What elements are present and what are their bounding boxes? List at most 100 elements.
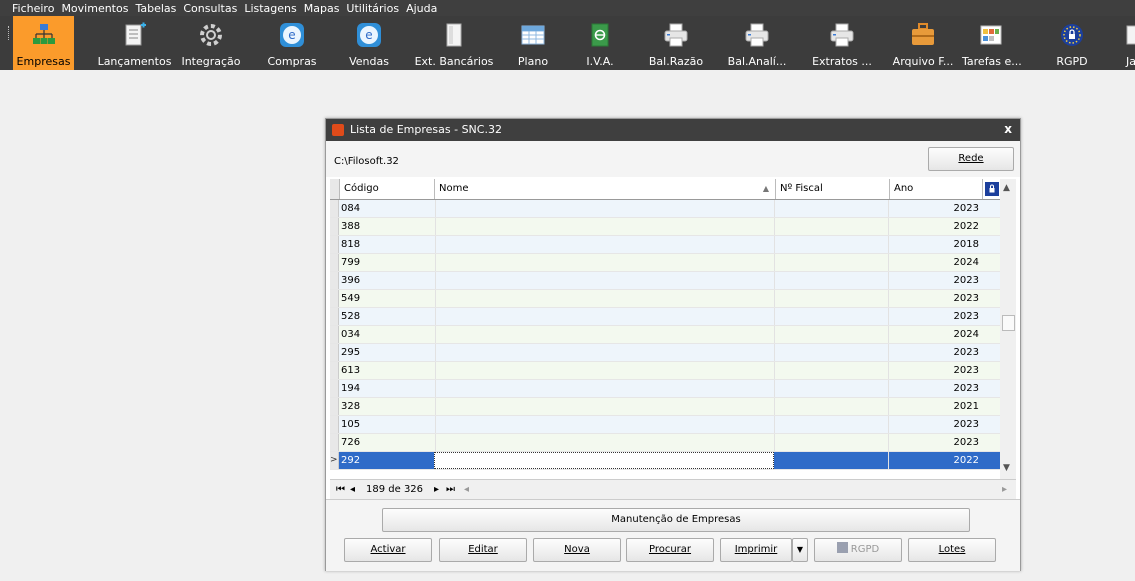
hscroll-left-icon[interactable]: ◂: [464, 484, 469, 495]
column-chooser-button[interactable]: [982, 179, 1000, 199]
imprimir-button[interactable]: Imprimir: [720, 538, 792, 562]
cell-nome[interactable]: [434, 254, 775, 271]
table-row[interactable]: 613 2023: [330, 362, 1000, 380]
manutencao-empresas-button[interactable]: Manutenção de Empresas: [382, 508, 970, 532]
table-row[interactable]: 818 2018: [330, 236, 1000, 254]
vertical-scrollbar[interactable]: ▲ ▼: [1000, 179, 1016, 479]
nova-button[interactable]: Nova: [533, 538, 621, 562]
column-header-nif[interactable]: Nº Fiscal: [775, 179, 889, 199]
cell-ano[interactable]: 2023: [889, 290, 982, 307]
cell-nif[interactable]: [775, 416, 889, 433]
table-row[interactable]: 549 2023: [330, 290, 1000, 308]
first-record-icon[interactable]: ⏮: [336, 484, 345, 495]
row-gutter[interactable]: [330, 200, 339, 217]
cell-codigo[interactable]: 034: [339, 326, 436, 343]
cell-ano[interactable]: 2023: [889, 380, 982, 397]
row-gutter[interactable]: [330, 380, 339, 397]
hscroll-right-icon[interactable]: ▸: [1002, 484, 1007, 495]
cell-ano[interactable]: 2022: [889, 218, 982, 235]
menu-ajuda[interactable]: Ajuda: [403, 2, 440, 15]
cell-codigo[interactable]: 396: [339, 272, 436, 289]
table-row[interactable]: 084 2023: [330, 200, 1000, 218]
cell-nif[interactable]: [775, 254, 889, 271]
cell-nif[interactable]: [775, 290, 889, 307]
cell-ano[interactable]: 2023: [889, 416, 982, 433]
rgpd-button[interactable]: RGPD: [814, 538, 902, 562]
cell-codigo[interactable]: 084: [339, 200, 436, 217]
next-record-icon[interactable]: ▸: [434, 484, 439, 495]
imprimir-dropdown-button[interactable]: ▼: [792, 538, 808, 562]
toolbar-compras-button[interactable]: e Compras: [265, 16, 319, 70]
cell-nome[interactable]: [434, 452, 774, 469]
cell-ano[interactable]: 2024: [889, 254, 982, 271]
cell-nif[interactable]: [775, 200, 889, 217]
table-row[interactable]: 528 2023: [330, 308, 1000, 326]
toolbar-plano-button[interactable]: Plano: [511, 16, 555, 70]
toolbar-lancamentos-button[interactable]: Lançamentos: [97, 16, 172, 70]
row-gutter[interactable]: [330, 416, 339, 433]
table-row[interactable]: 396 2023: [330, 272, 1000, 290]
row-gutter[interactable]: [330, 326, 339, 343]
cell-nif[interactable]: [775, 452, 889, 469]
activar-button[interactable]: Activar: [344, 538, 432, 562]
table-row[interactable]: 328 2021: [330, 398, 1000, 416]
cell-ano[interactable]: 2023: [889, 308, 982, 325]
cell-ano[interactable]: 2023: [889, 362, 982, 379]
cell-ano[interactable]: 2021: [889, 398, 982, 415]
toolbar-ext-bancarios-button[interactable]: Ext. Bancários: [414, 16, 494, 70]
row-gutter[interactable]: [330, 254, 339, 271]
toolbar-extratos-button[interactable]: Extratos ...: [812, 16, 872, 70]
row-gutter[interactable]: [330, 362, 339, 379]
cell-nif[interactable]: [775, 272, 889, 289]
cell-nome[interactable]: [434, 434, 775, 451]
cell-nome[interactable]: [434, 362, 775, 379]
cell-nome[interactable]: [434, 344, 775, 361]
row-indicator-icon[interactable]: >: [330, 452, 339, 469]
table-row[interactable]: 799 2024: [330, 254, 1000, 272]
cell-ano[interactable]: 2023: [889, 344, 982, 361]
toolbar-integracao-button[interactable]: Integração: [180, 16, 242, 70]
menu-ficheiro[interactable]: Ficheiro: [0, 2, 57, 15]
cell-nome[interactable]: [434, 308, 775, 325]
cell-nif[interactable]: [775, 218, 889, 235]
toolbar-bal-razao-button[interactable]: Bal.Razão: [644, 16, 708, 70]
cell-nome[interactable]: [434, 380, 775, 397]
cell-ano[interactable]: 2018: [889, 236, 982, 253]
menu-mapas[interactable]: Mapas: [301, 2, 343, 15]
row-gutter[interactable]: [330, 218, 339, 235]
table-row[interactable]: 034 2024: [330, 326, 1000, 344]
cell-nif[interactable]: [775, 236, 889, 253]
toolbar-janela-button[interactable]: Ja: [1116, 16, 1135, 70]
cell-ano[interactable]: 2024: [889, 326, 982, 343]
cell-nif[interactable]: [775, 326, 889, 343]
table-row[interactable]: 295 2023: [330, 344, 1000, 362]
toolbar-grip[interactable]: [8, 26, 12, 40]
menu-movimentos[interactable]: Movimentos: [58, 2, 131, 15]
cell-codigo[interactable]: 528: [339, 308, 436, 325]
row-gutter[interactable]: [330, 434, 339, 451]
cell-nome[interactable]: [434, 236, 775, 253]
row-gutter[interactable]: [330, 344, 339, 361]
table-row-selected[interactable]: >292 2022: [330, 452, 1000, 470]
cell-codigo[interactable]: 295: [339, 344, 436, 361]
row-gutter[interactable]: [330, 272, 339, 289]
table-row[interactable]: 194 2023: [330, 380, 1000, 398]
cell-codigo[interactable]: 799: [339, 254, 436, 271]
cell-nif[interactable]: [775, 434, 889, 451]
prev-record-icon[interactable]: ◂: [350, 484, 355, 495]
cell-ano[interactable]: 2022: [889, 452, 982, 469]
cell-codigo[interactable]: 388: [339, 218, 436, 235]
procurar-button[interactable]: Procurar: [626, 538, 714, 562]
cell-nome[interactable]: [434, 398, 775, 415]
lotes-button[interactable]: Lotes: [908, 538, 996, 562]
cell-nome[interactable]: [434, 290, 775, 307]
table-row[interactable]: 388 2022: [330, 218, 1000, 236]
menu-tabelas[interactable]: Tabelas: [132, 2, 179, 15]
cell-codigo[interactable]: 292: [339, 452, 436, 469]
cell-ano[interactable]: 2023: [889, 272, 982, 289]
cell-nif[interactable]: [775, 380, 889, 397]
toolbar-iva-button[interactable]: I.V.A.: [580, 16, 620, 70]
last-record-icon[interactable]: ⏭: [446, 484, 455, 495]
scroll-thumb[interactable]: [1002, 315, 1015, 331]
column-header-codigo[interactable]: Código: [339, 179, 434, 199]
